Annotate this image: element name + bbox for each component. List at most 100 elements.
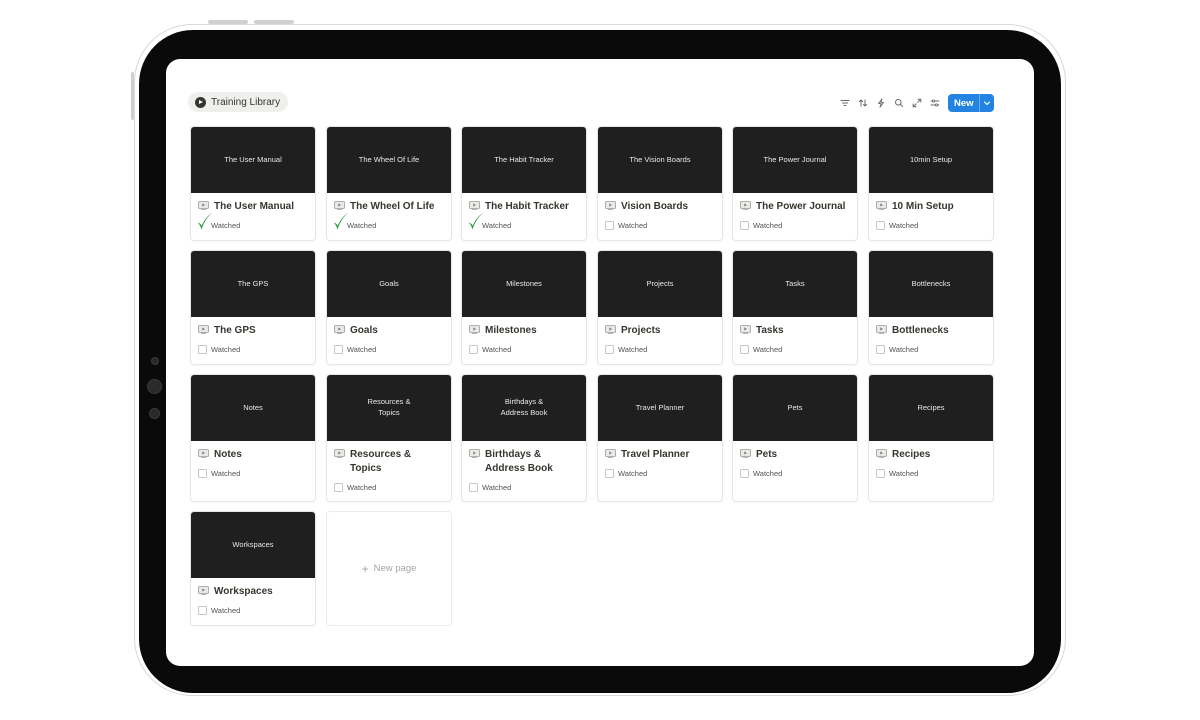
volume-button bbox=[254, 20, 294, 24]
watched-property: Watched bbox=[469, 342, 579, 356]
new-page-button[interactable]: + New page bbox=[326, 511, 452, 626]
card-body: Recipes Watched bbox=[869, 441, 993, 480]
watched-checkbox[interactable] bbox=[605, 468, 614, 478]
card-title: The Habit Tracker bbox=[485, 201, 569, 212]
sensor-icon bbox=[147, 379, 162, 394]
video-icon bbox=[198, 201, 209, 210]
card-cover: The User Manual bbox=[191, 127, 315, 193]
card-body: Travel Planner Watched bbox=[598, 441, 722, 480]
new-button-label: New bbox=[954, 97, 974, 109]
green-checkmark-icon bbox=[333, 212, 349, 230]
watched-property: Watched bbox=[605, 218, 715, 232]
volume-button bbox=[208, 20, 248, 24]
video-icon bbox=[334, 201, 345, 210]
watched-checkbox[interactable] bbox=[605, 220, 614, 230]
expand-icon[interactable] bbox=[908, 94, 926, 112]
card-cover: The Power Journal bbox=[733, 127, 857, 193]
gallery-card[interactable]: The User Manual The User Manual Watched bbox=[190, 126, 316, 241]
card-title: Birthdays & Address Book bbox=[485, 449, 553, 474]
video-icon bbox=[740, 201, 751, 210]
automation-icon[interactable] bbox=[872, 94, 890, 112]
gallery-card[interactable]: Pets Pets Watched bbox=[732, 374, 858, 502]
gallery-card[interactable]: Goals Goals Watched bbox=[326, 250, 452, 365]
watched-checkbox[interactable] bbox=[469, 344, 478, 354]
search-icon[interactable] bbox=[890, 94, 908, 112]
gallery-card[interactable]: 10min Setup 10 Min Setup Watched bbox=[868, 126, 994, 241]
watched-label: Watched bbox=[482, 220, 512, 230]
settings-icon[interactable] bbox=[926, 94, 944, 112]
gallery-card[interactable]: The Wheel Of Life The Wheel Of Life Watche… bbox=[326, 126, 452, 241]
gallery-card[interactable]: Projects Projects Watched bbox=[597, 250, 723, 365]
gallery-card[interactable]: Resources & Topics Resources & Topics Watc… bbox=[326, 374, 452, 502]
new-button[interactable]: New bbox=[948, 94, 994, 112]
video-icon bbox=[876, 449, 887, 458]
watched-label: Watched bbox=[211, 468, 241, 478]
watched-checkbox[interactable] bbox=[605, 344, 614, 354]
card-body: Goals Watched bbox=[327, 317, 451, 356]
gallery-card[interactable]: Travel Planner Travel Planner Watched bbox=[597, 374, 723, 502]
watched-checkbox[interactable] bbox=[876, 468, 885, 478]
view-tab-training-library[interactable]: Training Library bbox=[188, 92, 289, 112]
watched-property: Watched bbox=[740, 342, 850, 356]
gallery-card[interactable]: The Habit Tracker The Habit Tracker Watche… bbox=[461, 126, 587, 241]
filter-icon[interactable] bbox=[836, 94, 854, 112]
watched-label: Watched bbox=[753, 344, 783, 354]
watched-checkbox[interactable] bbox=[740, 220, 749, 230]
gallery-card[interactable]: Notes Notes Watched bbox=[190, 374, 316, 502]
watched-checkbox[interactable] bbox=[876, 344, 885, 354]
watched-checkbox[interactable] bbox=[334, 482, 343, 492]
gallery-card[interactable]: Recipes Recipes Watched bbox=[868, 374, 994, 502]
sort-icon[interactable] bbox=[854, 94, 872, 112]
video-icon bbox=[198, 586, 209, 595]
watched-checkbox[interactable] bbox=[740, 344, 749, 354]
gallery-card[interactable]: The Power Journal The Power Journal Watche… bbox=[732, 126, 858, 241]
card-title: Projects bbox=[621, 325, 661, 336]
card-title-row: Resources & Topics bbox=[334, 448, 444, 476]
watched-property: Watched bbox=[468, 212, 579, 232]
video-icon bbox=[876, 201, 887, 210]
card-title-row: The GPS bbox=[198, 324, 308, 338]
card-body: Milestones Watched bbox=[462, 317, 586, 356]
card-title: The User Manual bbox=[214, 201, 295, 212]
gallery-card[interactable]: Tasks Tasks Watched bbox=[732, 250, 858, 365]
card-cover: Bottlenecks bbox=[869, 251, 993, 317]
card-cover: Birthdays & Address Book bbox=[462, 375, 586, 441]
watched-checkbox[interactable] bbox=[198, 344, 207, 354]
card-cover: Goals bbox=[327, 251, 451, 317]
watched-checkbox[interactable] bbox=[469, 482, 478, 492]
watched-label: Watched bbox=[753, 468, 783, 478]
plus-icon: + bbox=[361, 561, 369, 576]
video-icon bbox=[334, 449, 345, 458]
video-icon bbox=[605, 449, 616, 458]
watched-checkbox[interactable] bbox=[876, 220, 885, 230]
gallery-card[interactable]: Workspaces Workspaces Watched bbox=[190, 511, 316, 626]
video-icon bbox=[469, 449, 480, 458]
watched-label: Watched bbox=[618, 468, 648, 478]
card-title-row: Projects bbox=[605, 324, 715, 338]
watched-property: Watched bbox=[198, 342, 308, 356]
card-body: The GPS Watched bbox=[191, 317, 315, 356]
card-cover: Projects bbox=[598, 251, 722, 317]
card-body: The User Manual Watched bbox=[191, 193, 315, 232]
gallery-card[interactable]: Milestones Milestones Watched bbox=[461, 250, 587, 365]
gallery-card[interactable]: The GPS The GPS Watched bbox=[190, 250, 316, 365]
card-body: The Habit Tracker Watched bbox=[462, 193, 586, 232]
card-title: Pets bbox=[756, 449, 778, 460]
watched-checkbox[interactable] bbox=[740, 468, 749, 478]
card-cover: Notes bbox=[191, 375, 315, 441]
chevron-down-icon[interactable] bbox=[980, 99, 994, 107]
watched-checkbox[interactable] bbox=[198, 605, 207, 615]
new-page-label: New page bbox=[373, 563, 417, 574]
gallery-card[interactable]: Birthdays & Address Book Birthdays & Addr… bbox=[461, 374, 587, 502]
card-body: Notes Watched bbox=[191, 441, 315, 480]
watched-property: Watched bbox=[198, 466, 308, 480]
card-cover: The Wheel Of Life bbox=[327, 127, 451, 193]
watched-property: Watched bbox=[333, 212, 444, 232]
gallery-card[interactable]: The Vision Boards Vision Boards Watched bbox=[597, 126, 723, 241]
watched-checkbox[interactable] bbox=[198, 468, 207, 478]
gallery-card[interactable]: Bottlenecks Bottlenecks Watched bbox=[868, 250, 994, 365]
watched-checkbox[interactable] bbox=[334, 344, 343, 354]
sensor-icon bbox=[149, 408, 160, 419]
video-icon bbox=[740, 449, 751, 458]
video-icon bbox=[605, 201, 616, 210]
